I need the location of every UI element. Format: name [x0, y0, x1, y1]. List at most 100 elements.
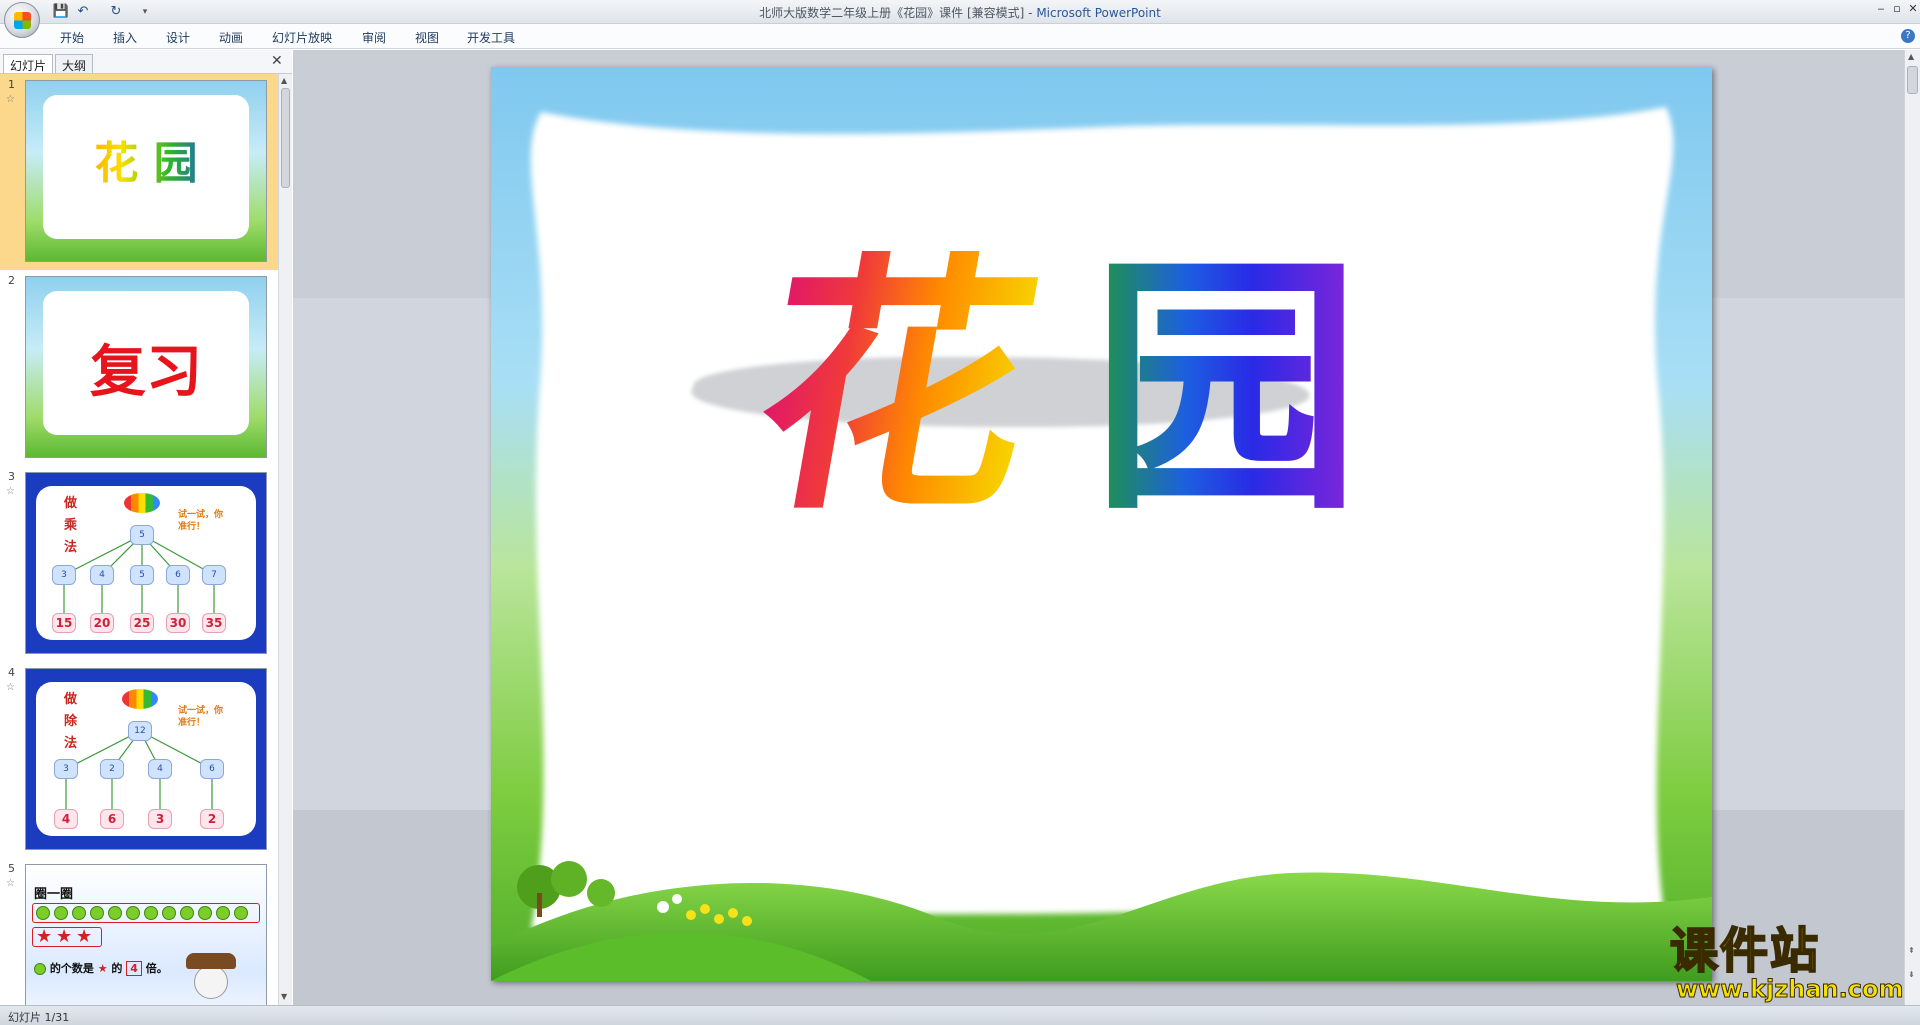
sentence-part-a: 的个数是: [49, 962, 94, 975]
slide-number: 2: [8, 274, 15, 287]
watermark-url: www.kjzhan.com: [1675, 975, 1904, 1004]
scroll-thumb[interactable]: [281, 88, 290, 188]
thumbnail-preview: 复习: [25, 276, 267, 458]
tab-outline[interactable]: 大纲: [55, 54, 94, 73]
result-node: 3: [148, 809, 172, 829]
tab-slideshow[interactable]: 幻灯片放映: [272, 29, 332, 46]
maximize-button[interactable]: ▫: [1889, 2, 1905, 15]
operation-label: 做除法: [64, 692, 78, 751]
result-node: 15: [52, 613, 76, 633]
thumbnail-preview: 做除法 试一试，你准行！ 12 3 2 4 6 4 6 3 2: [25, 668, 267, 850]
application-name: Microsoft PowerPoint: [1036, 6, 1161, 20]
hint-text: 试一试，你准行！: [178, 706, 224, 728]
scroll-down-icon[interactable]: ▼: [281, 992, 287, 1001]
title-bar: 💾 ↶ ↻ ▾ 北师大版数学二年级上册《花园》课件 [兼容模式] - Micro…: [0, 0, 1920, 24]
scroll-thumb[interactable]: [1907, 66, 1918, 94]
factor-node: 4: [148, 759, 172, 779]
thumbnail-preview: 圈一圈 ★ ★ ★ 的个数是 ★ 的 4 倍。: [25, 864, 267, 1005]
circle-icon: [180, 906, 194, 920]
snowman-icon: [194, 965, 228, 999]
title-char-flower: 花: [732, 228, 1060, 546]
operation-label: 做乘法: [64, 496, 78, 555]
site-watermark: 课件站 www.kjzhan.com: [1669, 923, 1904, 1004]
minimize-button[interactable]: ‒: [1873, 2, 1889, 15]
status-bar: 幻灯片 1/31: [0, 1005, 1920, 1025]
result-node: 6: [100, 809, 124, 829]
sentence: 的个数是 ★ 的 4 倍。: [34, 960, 168, 976]
tab-insert[interactable]: 插入: [113, 29, 137, 46]
title-char-garden: 园: [1091, 228, 1361, 546]
slide-counter: 幻灯片 1/31: [8, 1011, 70, 1024]
scroll-up-icon[interactable]: ▲: [281, 76, 287, 85]
tab-design[interactable]: 设计: [166, 29, 190, 46]
window-title: 北师大版数学二年级上册《花园》课件 [兼容模式] - Microsoft Pow…: [0, 4, 1920, 21]
slide-thumbnail-3[interactable]: 3 ☆ 做乘法 试一试，你准行！ 5 3 4 5 6 7 15 20 25 30…: [0, 466, 278, 662]
thumbnail-title: 复习: [90, 340, 202, 405]
slide-number: 4: [8, 666, 15, 679]
result-node: 4: [54, 809, 78, 829]
factor-node: 6: [166, 565, 190, 585]
tab-slides[interactable]: 幻灯片: [3, 54, 54, 73]
office-logo-icon: [14, 12, 31, 29]
close-button[interactable]: ✕: [1905, 2, 1920, 15]
tab-developer[interactable]: 开发工具: [467, 29, 515, 46]
scroll-up-icon[interactable]: ▲: [1908, 52, 1914, 61]
thumbnail-preview: 做乘法 试一试，你准行！ 5 3 4 5 6 7 15 20 25 30 35: [25, 472, 267, 654]
result-node: 2: [200, 809, 224, 829]
circle-icon: [198, 906, 212, 920]
thumbnail-heading: 圈一圈: [34, 887, 74, 902]
factor-node: 7: [202, 565, 226, 585]
watermark-name: 课件站: [1669, 923, 1821, 979]
circle-icon: [162, 906, 176, 920]
circle-icon: [126, 906, 140, 920]
animation-star-icon: ☆: [6, 94, 15, 105]
office-button[interactable]: [4, 2, 40, 38]
slide-number: 1: [8, 78, 15, 91]
main-scrollbar[interactable]: ▲ ⇞ ⇟: [1904, 50, 1920, 1005]
factor-node: 6: [200, 759, 224, 779]
thumbnail-list: 1 ☆ 花 园 2 复习 3 ☆ 做乘法 试一试，你准行！ 5 3 4 5 6 …: [0, 74, 278, 1005]
slide-thumbnail-5[interactable]: 5 ☆ 圈一圈 ★ ★ ★ 的个数是 ★ 的 4 倍。: [0, 858, 278, 1005]
result-node: 25: [130, 613, 154, 633]
sentence-part-c: 倍。: [145, 962, 168, 975]
result-node: 30: [166, 613, 190, 633]
balloon-icon: [124, 493, 160, 513]
pane-scrollbar[interactable]: ▲ ▼: [278, 74, 292, 1005]
result-node: 35: [202, 613, 226, 633]
document-title: 北师大版数学二年级上册《花园》课件 [兼容模式]: [759, 6, 1025, 20]
circle-icon: [34, 963, 46, 975]
hat-icon: [186, 953, 236, 969]
factor-node: 2: [100, 759, 124, 779]
slide-thumbnail-2[interactable]: 2 复习: [0, 270, 278, 466]
tab-view[interactable]: 视图: [415, 29, 439, 46]
tab-animations[interactable]: 动画: [219, 29, 243, 46]
ribbon-tab-bar: 开始 插入 设计 动画 幻灯片放映 审阅 视图 开发工具 ?: [0, 24, 1920, 49]
root-node: 5: [130, 525, 154, 545]
tab-review[interactable]: 审阅: [362, 29, 386, 46]
star-icon: ★: [56, 926, 73, 947]
pane-tab-strip: 幻灯片 大纲 ✕: [0, 50, 292, 74]
current-slide[interactable]: 花 园: [491, 67, 1712, 981]
previous-slide-icon[interactable]: ⇞: [1908, 946, 1915, 955]
thumbnail-title: 花 园: [26, 127, 266, 191]
factor-node: 4: [90, 565, 114, 585]
slide-thumbnail-4[interactable]: 4 ☆ 做除法 试一试，你准行！ 12 3 2 4 6 4 6 3 2: [0, 662, 278, 858]
root-node: 12: [128, 721, 152, 741]
star-icon: ★: [76, 926, 93, 947]
star-icon: ★: [36, 926, 53, 947]
help-icon[interactable]: ?: [1901, 29, 1915, 43]
circle-icon: [234, 906, 248, 920]
next-slide-icon[interactable]: ⇟: [1908, 970, 1915, 979]
circle-icon: [216, 906, 230, 920]
slide-number: 5: [8, 862, 15, 875]
factor-node: 5: [130, 565, 154, 585]
tab-home[interactable]: 开始: [60, 29, 84, 46]
slide-number: 3: [8, 470, 15, 483]
animation-star-icon: ☆: [6, 486, 15, 497]
multiple-box: 4: [126, 961, 142, 976]
factor-node: 3: [54, 759, 78, 779]
pane-close-icon[interactable]: ✕: [271, 53, 283, 69]
slide-thumbnail-1[interactable]: 1 ☆ 花 园: [0, 74, 278, 270]
hint-text: 试一试，你准行！: [178, 510, 224, 532]
factor-node: 3: [52, 565, 76, 585]
